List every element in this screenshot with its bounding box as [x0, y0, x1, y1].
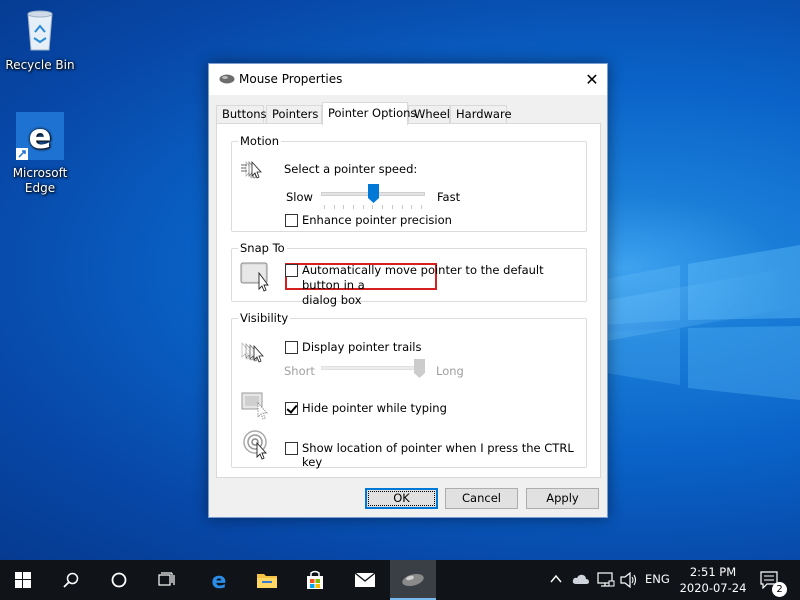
search-button[interactable] [48, 560, 94, 600]
taskbar-mail[interactable] [342, 560, 388, 600]
show-location-checkbox[interactable] [285, 442, 298, 455]
enhance-precision-checkbox[interactable] [285, 214, 298, 227]
notification-count-badge: 2 [772, 582, 787, 597]
hide-pointer-icon [241, 392, 268, 420]
pointer-trails-icon [241, 341, 264, 363]
pointer-trails-track [321, 366, 425, 370]
slow-label: Slow [286, 190, 313, 204]
recycle-bin-icon [27, 10, 53, 51]
motion-group: Motion Select a pointer speed: Slow Fast [231, 134, 587, 232]
edge-label-line1: Microsoft [12, 166, 68, 180]
pointer-speed-ticks [324, 205, 422, 209]
edge-label-line2: Edge [24, 181, 56, 195]
cortana-button[interactable] [96, 560, 142, 600]
taskbar: e ENG 2:51 PM 2020-07-24 2 [0, 560, 800, 600]
taskbar-mouse-properties[interactable] [390, 560, 436, 600]
svg-text:e: e [212, 569, 227, 591]
visibility-legend: Visibility [238, 311, 291, 325]
close-icon: ✕ [585, 70, 599, 89]
search-icon [63, 572, 79, 588]
svg-text:e: e [28, 117, 51, 157]
enhance-precision-row[interactable]: Enhance pointer precision [285, 213, 452, 227]
snap-to-row[interactable]: Automatically move pointer to the defaul… [285, 263, 565, 308]
chevron-up-icon[interactable] [550, 574, 562, 584]
ok-button[interactable]: OK [365, 488, 438, 509]
show-location-icon [243, 430, 268, 460]
pointer-options-panel: Motion Select a pointer speed: Slow Fast [216, 123, 601, 478]
cancel-button[interactable]: Cancel [445, 488, 518, 509]
cortana-icon [111, 572, 127, 588]
task-view-icon [158, 572, 175, 586]
pointer-trails-checkbox[interactable] [285, 341, 298, 354]
clock-time: 2:51 PM [689, 565, 737, 579]
short-label: Short [284, 364, 315, 378]
close-button[interactable]: ✕ [577, 64, 607, 95]
tab-pointer-options[interactable]: Pointer Options [322, 102, 416, 125]
windows-start-icon [15, 572, 31, 588]
task-view-button[interactable] [144, 560, 190, 600]
mouse-icon [402, 573, 424, 587]
snap-to-label-line2: dialog box [302, 293, 362, 307]
apply-button[interactable]: Apply [526, 488, 599, 509]
hide-pointer-checkbox[interactable] [285, 402, 298, 415]
pointer-trails-slider-thumb[interactable] [414, 359, 425, 378]
desktop-icon-microsoft-edge[interactable]: e Microsoft Edge [0, 112, 80, 196]
tab-pointers[interactable]: Pointers [266, 105, 322, 124]
clock-date: 2020-07-24 [679, 581, 747, 595]
pointer-speed-label: Select a pointer speed: [284, 162, 418, 176]
edge-icon: e [212, 569, 227, 591]
mail-icon [354, 572, 376, 587]
hide-pointer-row[interactable]: Hide pointer while typing [285, 401, 447, 415]
desktop-icon-recycle-bin[interactable]: Recycle Bin [0, 8, 80, 73]
snap-to-group: Snap To Automatically move pointer to th… [231, 241, 587, 307]
taskbar-file-explorer[interactable] [244, 560, 290, 600]
snap-to-checkbox[interactable] [285, 264, 298, 277]
volume-icon[interactable] [620, 572, 638, 588]
show-location-label: Show location of pointer when I press th… [302, 441, 574, 469]
snap-to-legend: Snap To [238, 241, 287, 255]
mouse-icon [219, 74, 235, 84]
clock[interactable]: 2:51 PM 2020-07-24 [678, 564, 748, 596]
snap-to-label-line1: Automatically move pointer to the defaul… [302, 263, 544, 292]
fast-label: Fast [437, 190, 461, 204]
enhance-precision-label: Enhance pointer precision [302, 213, 452, 227]
taskbar-store[interactable] [292, 560, 338, 600]
edge-icon: e [16, 112, 64, 160]
long-label: Long [436, 364, 464, 378]
folder-icon [257, 574, 277, 588]
show-location-row[interactable]: Show location of pointer when I press th… [285, 441, 586, 469]
tab-buttons[interactable]: Buttons [216, 105, 267, 124]
pointer-trails-row[interactable]: Display pointer trails [285, 340, 422, 354]
snap-to-icon [240, 262, 269, 292]
recycle-bin-label: Recycle Bin [5, 58, 75, 72]
dialog-title: Mouse Properties [239, 72, 343, 86]
hide-pointer-label: Hide pointer while typing [302, 401, 447, 415]
taskbar-edge[interactable]: e [196, 560, 242, 600]
visibility-group: Visibility Display pointer trails Short … [231, 311, 587, 469]
pointer-trails-label: Display pointer trails [302, 340, 422, 354]
network-icon[interactable] [597, 572, 615, 588]
pointer-speed-icon [241, 160, 262, 179]
dialog-titlebar[interactable]: Mouse Properties ✕ [209, 64, 607, 95]
start-button[interactable] [0, 560, 46, 600]
language-indicator[interactable]: ENG [645, 572, 670, 586]
pointer-speed-slider-thumb[interactable] [367, 184, 379, 203]
motion-legend: Motion [238, 134, 281, 148]
store-icon [307, 570, 323, 589]
tab-hardware[interactable]: Hardware [450, 105, 512, 124]
onedrive-cloud-icon[interactable] [572, 573, 590, 585]
mouse-properties-dialog: Mouse Properties ✕ Buttons Pointers Poin… [208, 63, 608, 518]
